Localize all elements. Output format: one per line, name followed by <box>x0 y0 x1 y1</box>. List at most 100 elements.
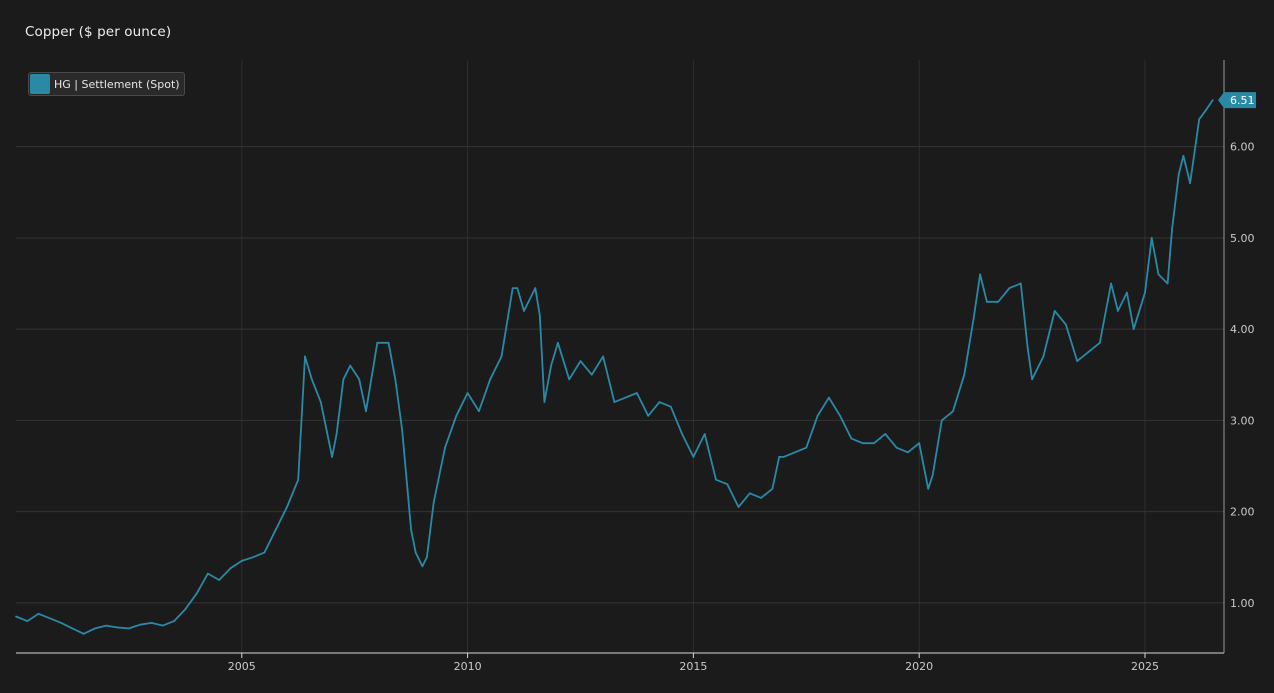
data-point <box>997 300 1000 303</box>
data-point <box>26 620 29 622</box>
data-point <box>1042 355 1045 358</box>
data-point <box>240 560 243 562</box>
data-point <box>1098 341 1101 344</box>
data-point <box>358 378 361 381</box>
grid-horizontal <box>16 146 1224 604</box>
data-point <box>1211 99 1214 101</box>
data-point <box>1126 291 1128 294</box>
data-point <box>173 620 176 622</box>
data-point <box>658 401 661 403</box>
data-point <box>489 378 492 381</box>
data-point <box>511 287 514 289</box>
data-point <box>839 414 841 417</box>
data-point <box>748 492 751 495</box>
data-point <box>778 456 781 458</box>
data-point <box>195 592 198 595</box>
data-point <box>394 378 397 381</box>
y-tick-label: 3.00 <box>1230 414 1255 427</box>
data-point <box>421 565 424 568</box>
data-point <box>931 474 934 476</box>
x-tick-label: 2005 <box>228 660 256 673</box>
data-point <box>432 501 435 504</box>
data-point <box>538 314 541 317</box>
y-tick-label: 6.00 <box>1230 141 1255 154</box>
data-point <box>681 433 683 435</box>
series-line[interactable] <box>15 99 1214 635</box>
data-point <box>1087 351 1090 353</box>
data-point <box>478 410 480 413</box>
data-point <box>1177 173 1180 175</box>
data-point <box>579 360 582 362</box>
data-point <box>1076 360 1079 362</box>
data-point <box>455 414 458 417</box>
data-point <box>737 506 740 508</box>
data-point <box>184 608 187 611</box>
data-point <box>286 506 288 508</box>
data-point <box>979 273 981 276</box>
data-point <box>703 433 706 435</box>
x-tick-label: 2020 <box>905 660 933 673</box>
data-point <box>274 528 277 531</box>
data-point <box>907 451 909 454</box>
data-point <box>15 615 17 618</box>
data-point <box>550 364 552 367</box>
data-point <box>873 442 875 445</box>
data-point <box>918 442 921 445</box>
data-point <box>590 373 593 376</box>
data-point <box>1205 109 1207 112</box>
data-point <box>127 627 130 630</box>
data-point <box>647 414 650 417</box>
data-point <box>602 355 604 358</box>
data-point <box>365 410 367 413</box>
data-point <box>1008 287 1011 289</box>
grid-vertical <box>241 60 1146 658</box>
data-point <box>1198 118 1201 121</box>
data-point <box>263 551 266 554</box>
data-point <box>71 627 74 630</box>
data-point <box>613 401 616 403</box>
data-point <box>252 556 255 559</box>
data-point <box>805 446 808 449</box>
data-point <box>1065 323 1067 326</box>
data-point <box>986 300 988 303</box>
data-point <box>794 451 796 454</box>
data-point <box>37 612 40 615</box>
data-point <box>1019 282 1022 285</box>
data-point <box>557 341 559 344</box>
data-point <box>726 483 729 486</box>
data-point <box>963 373 966 376</box>
data-point <box>1171 227 1173 230</box>
x-tick-label: 2015 <box>679 660 707 673</box>
y-tick-label: 5.00 <box>1230 232 1255 245</box>
data-point <box>466 392 469 394</box>
data-point <box>1189 182 1191 185</box>
data-point <box>771 487 774 490</box>
data-point <box>218 579 221 581</box>
data-point <box>387 341 390 344</box>
data-point <box>349 364 352 367</box>
data-point <box>410 528 412 531</box>
data-point <box>500 355 503 358</box>
y-tick-label: 1.00 <box>1230 597 1255 610</box>
data-point <box>1132 328 1135 330</box>
data-point <box>116 626 119 629</box>
data-point <box>161 624 164 627</box>
data-point <box>669 405 672 408</box>
data-point <box>94 627 96 630</box>
last-value-label: 6.51 <box>1230 94 1255 107</box>
data-point <box>636 392 638 394</box>
data-point <box>229 567 232 570</box>
data-point <box>952 410 954 413</box>
data-point <box>304 355 306 358</box>
data-point <box>782 456 785 458</box>
y-tick-label: 2.00 <box>1230 506 1255 519</box>
data-point <box>297 478 300 481</box>
data-point <box>568 378 571 381</box>
data-point <box>1150 237 1153 239</box>
x-tick-label: 2010 <box>454 660 482 673</box>
last-value-badge: 6.51 <box>1218 92 1256 109</box>
data-point <box>861 442 864 445</box>
data-point <box>310 378 313 381</box>
data-point <box>1026 346 1029 349</box>
data-point <box>150 622 153 624</box>
